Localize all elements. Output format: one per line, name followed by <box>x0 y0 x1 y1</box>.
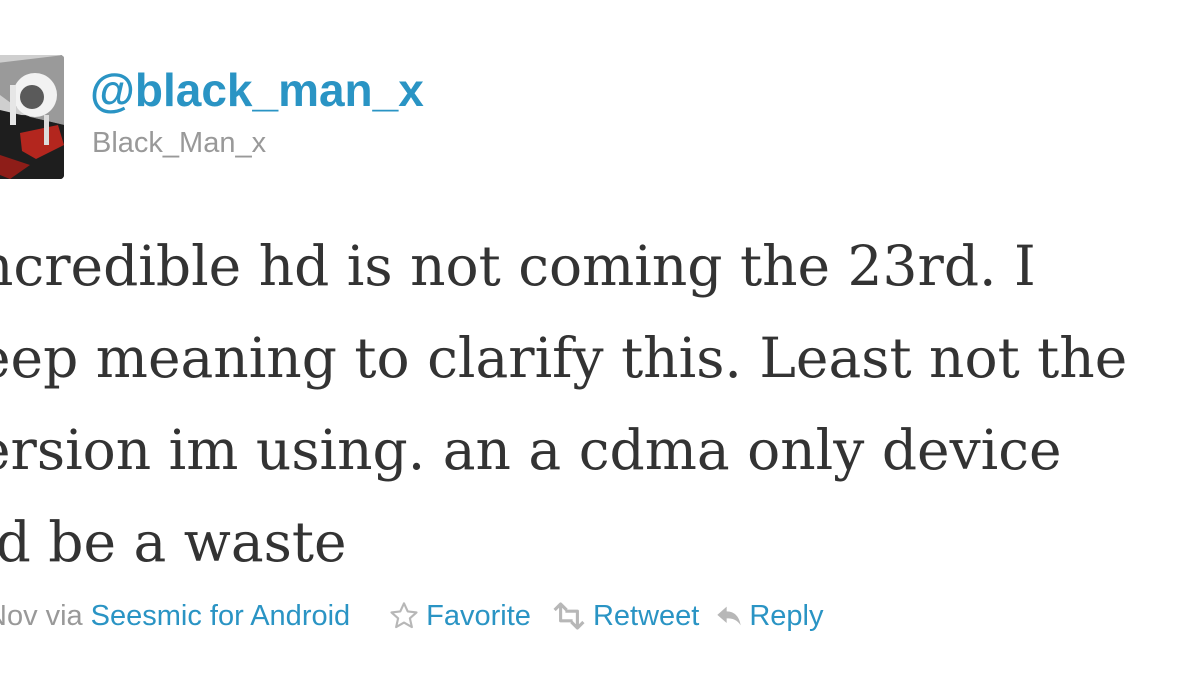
user-handle-link[interactable]: @black_man_x <box>90 62 424 118</box>
reply-label: Reply <box>749 599 824 632</box>
favorite-label: Favorite <box>426 599 531 632</box>
reply-arrow-icon <box>715 602 743 630</box>
client-link[interactable]: Seesmic for Android <box>91 600 351 633</box>
tweet-text-line: eep meaning to clarify this. Least not t… <box>0 326 1128 390</box>
via-label: via <box>45 599 83 632</box>
retweet-button[interactable]: Retweet <box>551 600 699 633</box>
tweet-text-line: ersion im using. an a cdma only device <box>0 418 1062 482</box>
avatar-image <box>0 55 64 179</box>
tweet-text-line: ld be a waste <box>0 510 347 574</box>
reply-button[interactable]: Reply <box>715 600 823 633</box>
retweet-label: Retweet <box>592 599 700 632</box>
tweet-card: @black_man_x Black_Man_x ncredible hd is… <box>0 0 1200 675</box>
avatar[interactable] <box>0 55 64 179</box>
tweet-meta-bar: Nov via Seesmic for Android Favorite Ret… <box>0 596 823 636</box>
tweet-text-line: ncredible hd is not coming the 23rd. I <box>0 234 1036 298</box>
retweet-icon <box>551 602 587 630</box>
favorite-button[interactable]: Favorite <box>388 600 531 633</box>
star-outline-icon <box>388 600 420 632</box>
tweet-timestamp[interactable]: Nov <box>0 600 38 633</box>
user-display-name: Black_Man_x <box>92 127 267 159</box>
tweet-text: ncredible hd is not coming the 23rd. I e… <box>0 220 1200 588</box>
